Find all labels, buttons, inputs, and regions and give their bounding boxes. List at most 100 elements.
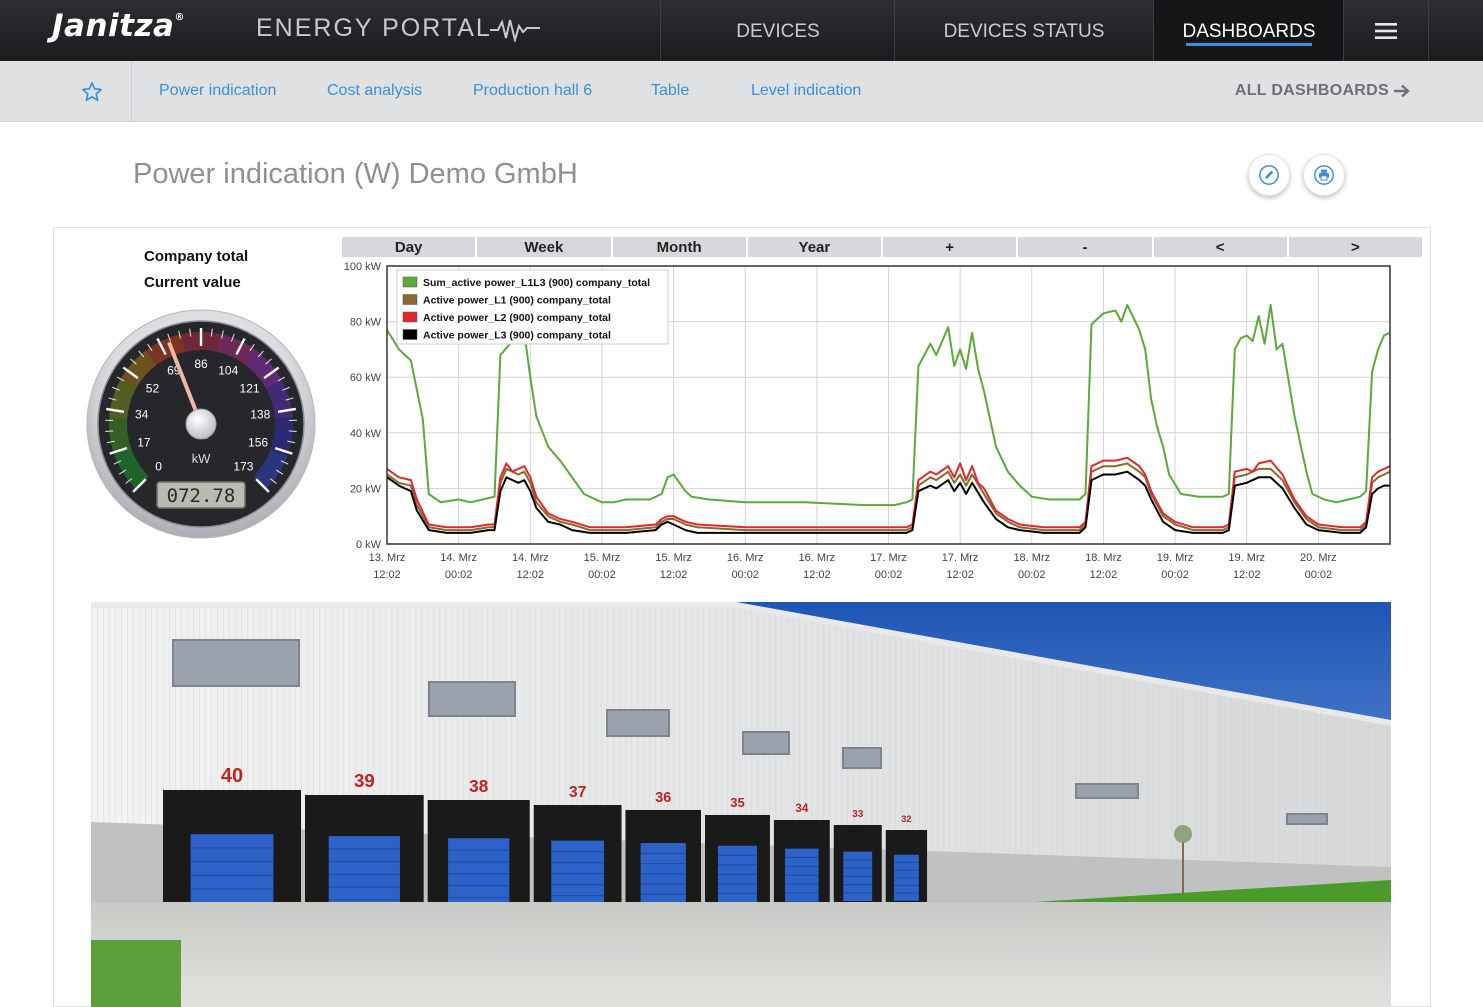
x-tick-time: 12:02: [803, 569, 831, 581]
edit-button[interactable]: [1248, 154, 1290, 196]
x-tick-date: 15. Mrz: [655, 552, 692, 564]
x-tick-date: 18. Mrz: [1013, 552, 1050, 564]
y-tick-label: 40 kW: [350, 428, 382, 440]
nav-dashboards[interactable]: DASHBOARDS: [1153, 0, 1344, 61]
zoom-out-button[interactable]: -: [1018, 237, 1151, 257]
legend-swatch: [403, 330, 417, 340]
dock-number: 35: [730, 795, 744, 810]
y-tick-label: 80 kW: [350, 317, 382, 329]
gauge-tick-label: 173: [233, 459, 253, 473]
y-axis-ticks: 0 kW 20 kW 40 kW 60 kW 80 kW 100 kW: [344, 261, 382, 551]
dock-number: 33: [852, 809, 864, 820]
dock-number: 40: [221, 765, 243, 787]
y-tick-label: 60 kW: [350, 372, 382, 384]
gauge-tick-label: 86: [194, 357, 208, 371]
dock-number: 36: [655, 790, 671, 806]
gauge-minor-tick: [289, 431, 297, 432]
portal-title: ENERGY PORTAL: [256, 14, 540, 43]
x-tick-date: 19. Mrz: [1157, 552, 1194, 564]
x-tick-time: 00:02: [1018, 569, 1046, 581]
nav-devices[interactable]: DEVICES: [660, 0, 895, 61]
x-tick-date: 19. Mrz: [1228, 552, 1265, 564]
gauge-title-line1: Company total: [144, 244, 248, 270]
x-tick-time: 12:02: [1090, 569, 1118, 581]
gauge-tick-label: 121: [240, 382, 260, 396]
star-icon: [81, 81, 103, 103]
x-tick-date: 15. Mrz: [584, 552, 621, 564]
dock-number: 34: [795, 802, 808, 815]
gauge-title-line2: Current value: [144, 270, 248, 296]
legend-label: Sum_active power_L1L3 (900) company_tota…: [423, 277, 650, 289]
gauge-minor-tick: [105, 431, 113, 432]
x-tick-date: 20. Mrz: [1300, 552, 1337, 564]
x-axis-ticks: 13. Mrz 12:02 14. Mrz 00:02 14. Mrz 12:02 15. …: [369, 552, 1337, 581]
printer-icon: [1314, 165, 1334, 185]
gauge-unit: kW: [192, 451, 212, 466]
dock-number: 39: [354, 770, 375, 791]
x-tick-time: 00:02: [588, 569, 616, 581]
x-tick-date: 17. Mrz: [942, 552, 979, 564]
legend-swatch: [403, 312, 417, 322]
all-dashboards-link[interactable]: ALL DASHBOARDS: [1235, 82, 1411, 100]
x-tick-date: 17. Mrz: [870, 552, 907, 564]
subnav-cost-analysis[interactable]: Cost analysis: [327, 82, 422, 100]
nav-devices-status[interactable]: DEVICES STATUS: [894, 0, 1153, 61]
dashboard-subnav: Power indication Cost analysis Productio…: [0, 61, 1483, 122]
favorites-button[interactable]: [52, 61, 132, 122]
gauge-title: Company total Current value: [144, 244, 248, 296]
subnav-level-indication[interactable]: Level indication: [751, 82, 861, 100]
y-tick-label: 20 kW: [350, 483, 382, 495]
power-line-chart: 0 kW 20 kW 40 kW 60 kW 80 kW 100 kW 13. Mrz 12…: [342, 258, 1432, 588]
x-tick-time: 12:02: [946, 569, 974, 581]
previous-period-button[interactable]: <: [1154, 237, 1287, 257]
x-tick-date: 16. Mrz: [799, 552, 836, 564]
legend-swatch: [403, 295, 417, 305]
gauge-tick-label: 0: [155, 459, 162, 473]
time-range-buttons: Day Week Month Year + - < >: [342, 237, 1422, 257]
gauge-digital-readout: 072.78: [167, 485, 236, 507]
gauge-tick-label: 52: [146, 382, 160, 396]
zoom-in-button[interactable]: +: [883, 237, 1016, 257]
x-tick-date: 16. Mrz: [727, 552, 764, 564]
x-tick-time: 12:02: [1233, 569, 1261, 581]
range-day-button[interactable]: Day: [342, 237, 475, 257]
y-tick-label: 100 kW: [344, 261, 382, 273]
x-tick-time: 00:02: [445, 569, 473, 581]
x-tick-time: 00:02: [1305, 569, 1333, 581]
y-tick-label: 0 kW: [356, 539, 382, 551]
dock-number: 38: [469, 776, 489, 796]
dashboard-panel: Company total Current value 017345269861…: [53, 227, 1431, 1007]
page-title: Power indication (W) Demo GmbH: [133, 158, 578, 191]
print-button[interactable]: [1303, 154, 1345, 196]
subnav-table[interactable]: Table: [651, 82, 689, 100]
gauge-tick-label: 138: [250, 408, 270, 422]
pencil-icon: [1259, 165, 1279, 185]
x-tick-time: 12:02: [660, 569, 688, 581]
warehouse-photo: 403938373635343332: [91, 602, 1391, 1007]
range-month-button[interactable]: Month: [613, 237, 746, 257]
legend-label: Active power_L3 (900) company_total: [423, 330, 611, 342]
x-tick-time: 00:02: [875, 569, 903, 581]
menu-button[interactable]: [1343, 0, 1429, 61]
range-year-button[interactable]: Year: [748, 237, 881, 257]
power-gauge: 01734526986104121138156173 kW 072.78: [81, 304, 321, 544]
x-tick-time: 00:02: [1161, 569, 1189, 581]
x-tick-time: 12:02: [517, 569, 545, 581]
gauge-tick-label: 17: [137, 436, 151, 450]
x-tick-date: 14. Mrz: [440, 552, 477, 564]
subnav-production-hall-6[interactable]: Production hall 6: [473, 82, 592, 100]
gauge-hub: [186, 409, 216, 439]
x-tick-time: 12:02: [373, 569, 401, 581]
gauge-tick-label: 34: [135, 408, 149, 422]
pulse-icon: [490, 16, 540, 42]
x-tick-date: 14. Mrz: [512, 552, 549, 564]
active-tab-underline: [1186, 43, 1312, 46]
dock-number: 37: [569, 784, 587, 801]
legend-swatch: [403, 277, 417, 287]
x-tick-date: 13. Mrz: [369, 552, 406, 564]
range-week-button[interactable]: Week: [477, 237, 610, 257]
top-header: Janitza® ENERGY PORTAL DEVICES DEVICES S…: [0, 0, 1483, 61]
next-period-button[interactable]: >: [1289, 237, 1422, 257]
subnav-power-indication[interactable]: Power indication: [159, 82, 276, 100]
janitza-logo[interactable]: Janitza®: [52, 8, 185, 44]
